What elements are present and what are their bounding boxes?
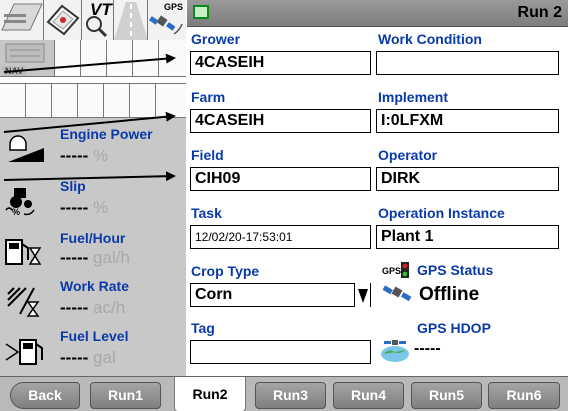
run-tab-bar: Back Run1 Run2 Run3 Run4 Run5 Run6 (0, 376, 568, 411)
tab-run3[interactable]: Run3 (255, 382, 326, 409)
shortcut-slot[interactable] (0, 84, 26, 118)
gps-label: GPS (163, 2, 183, 12)
tag-label: Tag (191, 320, 215, 336)
tractor-slip-icon: % (5, 188, 35, 216)
shortcut-slot[interactable] (55, 40, 81, 77)
tab-run6[interactable]: Run6 (488, 382, 560, 409)
task-label: Task (191, 205, 222, 221)
satellite-globe-icon (381, 340, 409, 362)
metric-value: ----- ac/h (60, 298, 126, 317)
gps-status-value: Offline (419, 284, 480, 305)
grower-label: Grower (191, 31, 241, 47)
dropdown-arrow-button[interactable] (354, 283, 370, 307)
shortcut-grid: VT GPS NAV (0, 0, 186, 118)
vt-label: VT (90, 0, 112, 19)
tab-run1[interactable]: Run1 (90, 382, 161, 409)
gps-satellite-icon[interactable]: GPS (148, 0, 186, 40)
tag-field[interactable] (190, 340, 371, 364)
back-button[interactable]: Back (10, 382, 80, 409)
work-condition-field[interactable] (376, 51, 559, 75)
metric-fuel-hour[interactable]: Fuel/Hour ----- gal/h (0, 224, 186, 274)
metric-value: ----- % (60, 146, 109, 165)
shortcut-slot[interactable] (104, 84, 130, 118)
crop-type-label: Crop Type (191, 263, 260, 279)
nav-label: NAV (2, 66, 27, 76)
grower-field[interactable]: 4CASEIH (190, 51, 371, 75)
shortcut-slot[interactable] (26, 84, 52, 118)
operator-label: Operator (378, 147, 438, 163)
metric-label: Fuel/Hour (60, 230, 126, 246)
shortcut-slot[interactable] (133, 40, 159, 77)
shortcut-slot[interactable] (78, 84, 104, 118)
icon-row: VT GPS (0, 0, 186, 40)
left-panel: VT GPS NAV Engine Power ----- % % Slip -… (0, 0, 186, 376)
metric-work-rate[interactable]: Work Rate ----- ac/h (0, 274, 186, 324)
tab-run5[interactable]: Run5 (411, 382, 482, 409)
crop-type-value: Corn (195, 286, 233, 303)
field-field[interactable]: CIH09 (190, 167, 371, 191)
metric-label: Engine Power (60, 126, 153, 142)
shortcut-slot[interactable] (52, 84, 78, 118)
page-title: Run 2 (517, 4, 562, 21)
farm-label: Farm (191, 89, 226, 105)
implement-icon[interactable] (0, 0, 44, 40)
operation-instance-field[interactable]: Plant 1 (376, 225, 559, 249)
tab-run2[interactable]: Run2 (174, 377, 246, 411)
run-details-panel: Run 2 Grower 4CASEIH Work Condition Farm… (187, 0, 568, 376)
operator-field[interactable]: DIRK (376, 167, 559, 191)
shortcut-slot[interactable] (81, 40, 107, 77)
implement-label: Implement (378, 89, 449, 105)
metric-label: Fuel Level (60, 328, 129, 344)
gps-hdop-label: GPS HDOP (417, 320, 491, 336)
field-label: Field (191, 147, 224, 163)
shortcut-row-1: NAV (0, 40, 186, 77)
svg-text:%: % (12, 207, 20, 216)
metric-slip[interactable]: % Slip ----- % (0, 172, 186, 222)
task-field[interactable]: 12/02/20-17:53:01 (190, 225, 371, 249)
screen-icon (193, 5, 209, 19)
metric-value: ----- gal (60, 348, 116, 367)
gps-satellite-icon (382, 285, 412, 302)
farm-field[interactable]: 4CASEIH (190, 109, 371, 133)
shortcut-row-2 (0, 83, 186, 118)
implement-field[interactable]: I:0LFXM (376, 109, 559, 133)
metric-value: ----- gal/h (60, 248, 130, 267)
metric-value: ----- % (60, 198, 109, 217)
metric-label: Work Rate (60, 278, 129, 294)
gps-hdop-value: ----- (414, 340, 441, 357)
vt-icon[interactable]: VT (82, 0, 114, 40)
shortcut-slot[interactable] (156, 84, 186, 118)
work-condition-label: Work Condition (378, 31, 482, 47)
signal-light-icon (401, 262, 409, 278)
gps-status-label: GPS Status (417, 262, 494, 278)
metric-engine-power[interactable]: Engine Power ----- % (0, 120, 186, 170)
book-icon[interactable] (44, 0, 82, 40)
shortcut-slot[interactable] (159, 40, 186, 77)
title-bar: Run 2 (187, 0, 568, 27)
chevron-down-icon (358, 289, 368, 303)
fuel-level-icon (5, 339, 43, 365)
fuel-pump-icon (5, 239, 42, 265)
metric-fuel-level[interactable]: Fuel Level ----- gal (0, 324, 186, 374)
engine-icon (8, 135, 44, 162)
work-rate-icon (7, 287, 40, 317)
metric-label: Slip (60, 178, 86, 194)
shortcut-slot[interactable] (107, 40, 133, 77)
crop-type-dropdown[interactable]: Corn (190, 283, 371, 307)
road-icon[interactable] (114, 0, 148, 40)
operation-instance-label: Operation Instance (378, 205, 505, 221)
tab-run4[interactable]: Run4 (333, 382, 404, 409)
nav-shortcut[interactable]: NAV (0, 40, 55, 77)
shortcut-slot[interactable] (130, 84, 156, 118)
gps-status-icon-label: GPS (382, 266, 402, 276)
